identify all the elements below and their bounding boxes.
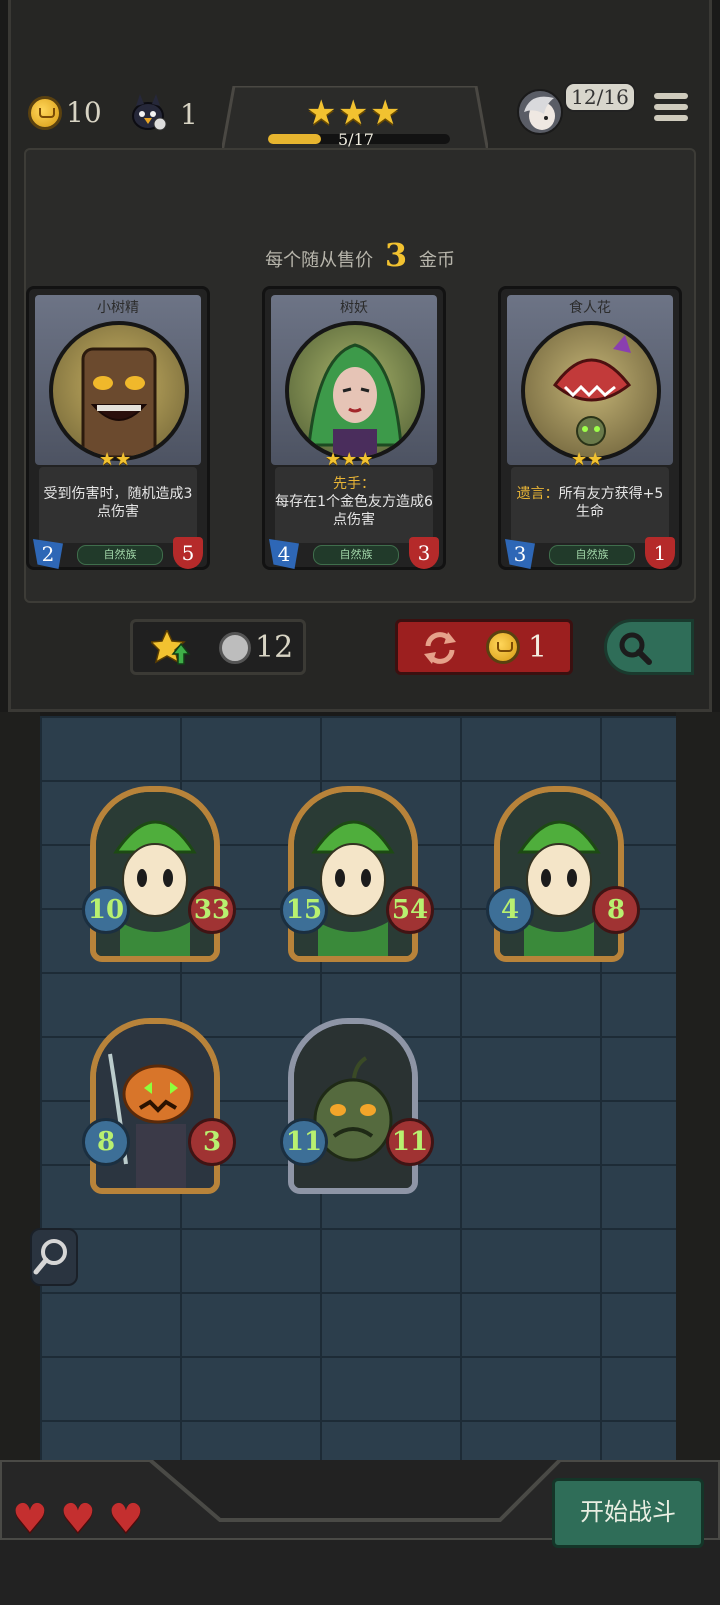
menu-bar (654, 104, 688, 110)
life-heart-icon: ♥ (12, 1496, 48, 1542)
card-tribe: 自然族 (313, 545, 399, 565)
card-health: 1 (645, 537, 675, 569)
menu-bar (654, 93, 688, 99)
card-attack: 3 (505, 539, 535, 569)
left-pillar (0, 712, 40, 1472)
xp-progress-fill (268, 134, 321, 144)
price-suffix: 金币 (418, 250, 455, 271)
upgrade-tavern-button[interactable]: 12 (130, 619, 306, 675)
card-tribe: 自然族 (77, 545, 163, 565)
opponent-avatar[interactable] (516, 88, 564, 136)
board-minion[interactable] (288, 1018, 418, 1194)
board-minion[interactable] (90, 1018, 220, 1194)
card-health: 5 (173, 537, 203, 569)
life-heart-icon: ♥ (60, 1496, 96, 1542)
card-desc-text: 受到伤害时，随机造成3点伤害 (43, 486, 193, 520)
tier-star-icon: ★ (338, 93, 369, 133)
gold-count: 10 (66, 96, 102, 129)
minion-health: 54 (386, 886, 434, 934)
card-description: 受到伤害时，随机造成3点伤害 (39, 467, 197, 543)
life-heart-icon: ♥ (108, 1496, 144, 1542)
card-name: 食人花 (569, 300, 611, 316)
magnifier-icon (617, 630, 653, 670)
magnifier-icon (33, 1239, 67, 1275)
shop-card[interactable]: 食人花 ★★ 遗言：所有友方获得+5生命 自然族 3 1 (498, 286, 682, 570)
gold-coin-icon (486, 630, 520, 664)
board-inspect-button[interactable] (30, 1228, 78, 1286)
card-description: 遗言：所有友方获得+5生命 (511, 467, 669, 543)
refresh-icon (422, 630, 458, 670)
card-description: 先手： 每存在1个金色友方造成6点伤害 (275, 467, 433, 543)
crow-icon (128, 92, 168, 132)
minion-health: 3 (188, 1118, 236, 1166)
card-attack: 2 (33, 539, 63, 569)
treant-portrait-icon (49, 321, 189, 461)
refresh-shop-button[interactable]: 1 (395, 619, 573, 675)
minion-price-notice: 每个随从售价 3 金币 (0, 236, 720, 274)
minion-health: 8 (592, 886, 640, 934)
rank-count: 1 (180, 98, 198, 131)
minion-attack: 8 (82, 1118, 130, 1166)
board-minion[interactable] (90, 786, 220, 962)
shop-card[interactable]: 树妖 ★★★ 先手： 每存在1个金色友方造成6点伤害 自然族 4 3 (262, 286, 446, 570)
silver-coin-icon (219, 632, 251, 664)
xp-progress-text: 5/17 (338, 130, 374, 149)
card-tribe: 自然族 (549, 545, 635, 565)
price-prefix: 每个随从售价 (265, 250, 374, 271)
card-health: 3 (409, 537, 439, 569)
upgrade-cost: 12 (255, 630, 294, 665)
board-minion[interactable] (494, 786, 624, 962)
card-keyword: 遗言： (516, 486, 559, 502)
dryad-portrait-icon (285, 321, 425, 461)
minion-health: 11 (386, 1118, 434, 1166)
refresh-cost: 1 (528, 630, 548, 665)
tier-star-icon: ★ (370, 93, 401, 133)
card-desc-text: 所有友方获得+5生命 (558, 486, 664, 520)
players-remaining-badge: 12/16 (564, 82, 636, 112)
card-name: 树妖 (340, 300, 368, 316)
tier-star-icon: ★ (306, 93, 337, 133)
maneater-flower-portrait-icon (521, 321, 661, 461)
menu-icon[interactable] (654, 88, 688, 126)
card-desc-text: 每存在1个金色友方造成6点伤害 (275, 494, 433, 528)
star-upgrade-icon (149, 628, 191, 670)
minion-health: 33 (188, 886, 236, 934)
board-minion[interactable] (288, 786, 418, 962)
start-battle-button[interactable]: 开始战斗 (552, 1478, 704, 1548)
card-keyword: 先手： (333, 476, 375, 492)
right-pillar (676, 712, 720, 1472)
menu-bar (654, 115, 688, 121)
card-name: 小树精 (97, 300, 139, 316)
search-button[interactable] (604, 619, 694, 675)
minion-attack: 15 (280, 886, 328, 934)
price-value: 3 (384, 236, 408, 274)
gold-coin-icon (28, 96, 62, 130)
minion-attack: 4 (486, 886, 534, 934)
shop-card[interactable]: 小树精 ★★ 受到伤害时，随机造成3点伤害 自然族 2 5 (26, 286, 210, 570)
minion-attack: 11 (280, 1118, 328, 1166)
card-attack: 4 (269, 539, 299, 569)
minion-attack: 10 (82, 886, 130, 934)
